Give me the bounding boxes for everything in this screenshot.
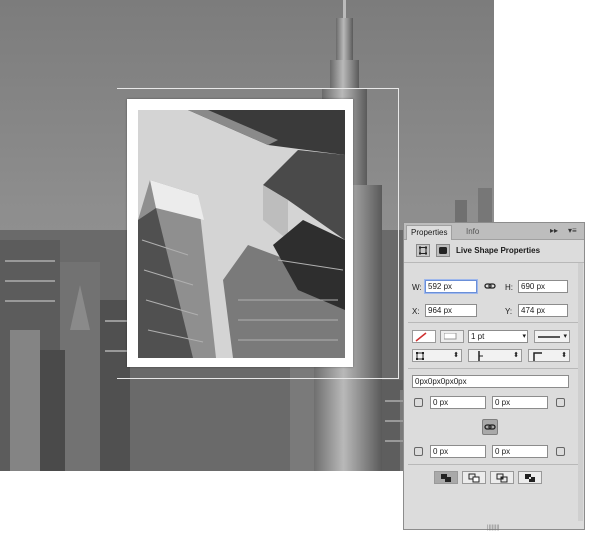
framed-photo xyxy=(138,110,345,358)
properties-panel: Properties Info ▸▸ ▾≡ Live Shape Propert… xyxy=(403,222,585,531)
width-field[interactable]: 592 px xyxy=(425,280,477,293)
divider xyxy=(408,464,580,465)
panel-menu-icon[interactable]: ▾≡ xyxy=(568,226,577,235)
stroke-width-dropdown-icon[interactable]: ▾ xyxy=(522,331,526,342)
stroke-style-dropdown[interactable]: ▾ xyxy=(534,330,570,343)
stroke-align-dropdown[interactable]: ⬍ xyxy=(412,349,462,362)
stroke-width-field[interactable]: 1 pt ▾ xyxy=(468,330,528,343)
collapse-panel-icon[interactable]: ▸▸ xyxy=(550,226,558,235)
panel-scrollbar[interactable] xyxy=(578,263,583,521)
stroke-caps-dropdown[interactable]: ⬍ xyxy=(468,349,522,362)
y-field[interactable]: 474 px xyxy=(518,304,568,317)
panel-tab-bar: Properties Info ▸▸ ▾≡ xyxy=(404,223,584,240)
divider xyxy=(408,322,580,323)
fill-swatch-icon[interactable] xyxy=(412,330,436,343)
corner-top-left-icon xyxy=(414,398,423,407)
corner-top-right-icon xyxy=(556,398,565,407)
updown-icon: ⬍ xyxy=(513,352,519,359)
x-label: X: xyxy=(412,307,420,316)
section-title: Live Shape Properties xyxy=(456,246,541,255)
shape-bounds-icon[interactable] xyxy=(416,244,430,257)
chevron-down-icon: ▾ xyxy=(563,333,567,340)
live-shape-header: Live Shape Properties xyxy=(404,240,584,263)
radius-bottom-right-field[interactable]: 0 px xyxy=(492,445,548,458)
intersect-shapes-button[interactable] xyxy=(490,471,514,484)
stroke-swatch-icon[interactable] xyxy=(440,330,464,343)
height-field[interactable]: 690 px xyxy=(518,280,568,293)
corner-bottom-left-icon xyxy=(414,447,423,456)
selection-guide-right xyxy=(398,88,399,379)
divider xyxy=(408,368,580,369)
selection-guide-bottom xyxy=(117,378,399,379)
width-label: W: xyxy=(412,283,422,292)
height-label: H: xyxy=(505,283,513,292)
updown-icon: ⬍ xyxy=(561,352,567,359)
y-label: Y: xyxy=(505,307,513,316)
tab-info[interactable]: Info xyxy=(462,225,483,239)
corner-bottom-right-icon xyxy=(556,447,565,456)
x-field[interactable]: 964 px xyxy=(425,304,477,317)
tab-properties[interactable]: Properties xyxy=(406,225,453,240)
corner-radius-summary[interactable]: 0px0px0px0px xyxy=(412,375,569,388)
live-shape-frame[interactable] xyxy=(127,99,353,367)
link-radii-button[interactable] xyxy=(482,419,498,435)
updown-icon: ⬍ xyxy=(453,352,459,359)
radius-bottom-left-field[interactable]: 0 px xyxy=(430,445,486,458)
link-icon[interactable] xyxy=(484,280,496,294)
panel-resize-grip[interactable]: |||||||| xyxy=(487,525,499,531)
mask-icon[interactable] xyxy=(436,244,450,257)
radius-top-right-field[interactable]: 0 px xyxy=(492,396,548,409)
combine-shapes-button[interactable] xyxy=(434,471,458,484)
selection-guide-top xyxy=(117,88,399,89)
radius-top-left-field[interactable]: 0 px xyxy=(430,396,486,409)
subtract-front-shape-button[interactable] xyxy=(462,471,486,484)
exclude-overlap-button[interactable] xyxy=(518,471,542,484)
stroke-corners-dropdown[interactable]: ⬍ xyxy=(528,349,570,362)
